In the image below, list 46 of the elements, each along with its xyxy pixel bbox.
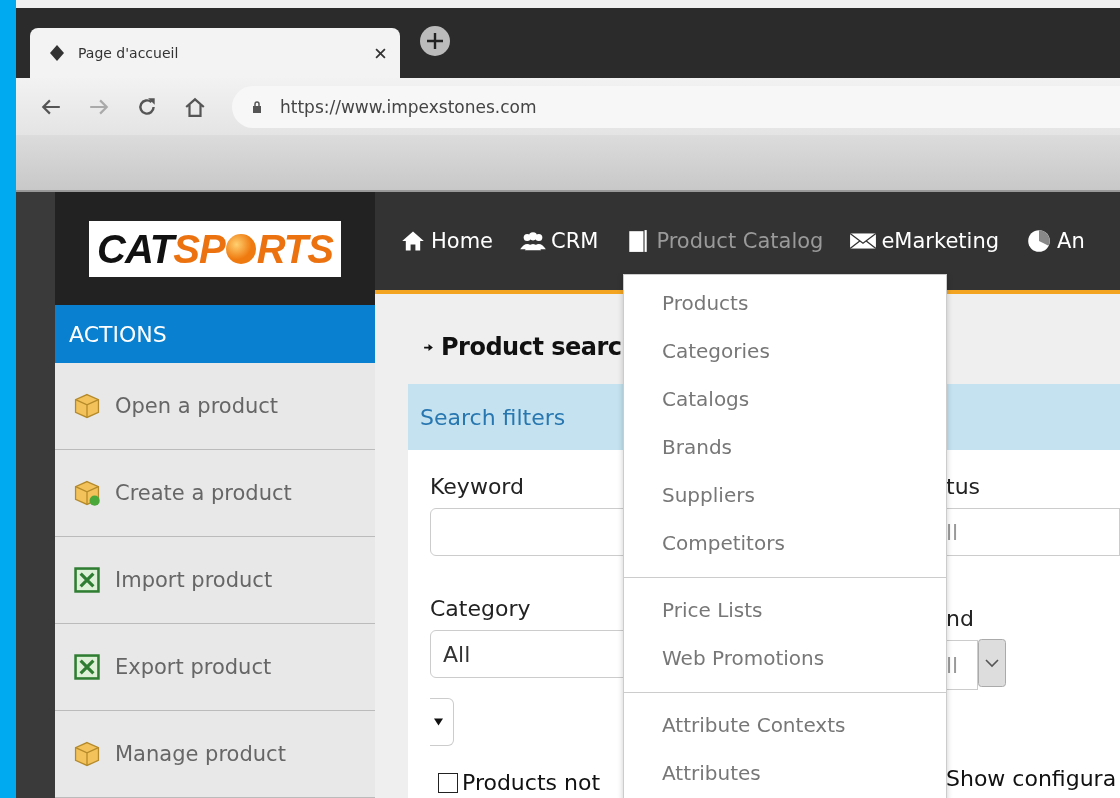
sidebar-item[interactable]: Manage product: [55, 711, 375, 798]
box-icon: [73, 479, 101, 507]
reload-icon[interactable]: [136, 95, 158, 118]
sidebar-item[interactable]: Import product: [55, 537, 375, 624]
option-label: Show configura: [946, 766, 1117, 791]
nav-item[interactable]: eMarketing: [849, 229, 1000, 253]
site-icon: [50, 45, 64, 61]
lock-icon: [252, 100, 262, 113]
arrow-icon: [424, 343, 433, 351]
field-label: nd: [946, 606, 974, 633]
box-icon: [73, 392, 101, 420]
nav-item[interactable]: Product Catalog: [624, 229, 824, 253]
new-tab-button[interactable]: [420, 26, 450, 56]
browser-tab[interactable]: Page d'accueil: [30, 28, 400, 78]
nav-item[interactable]: An: [1025, 229, 1085, 253]
menu-item[interactable]: Competitors: [624, 519, 946, 567]
nav-item[interactable]: Home: [399, 229, 493, 253]
logo[interactable]: CATSP RTS: [89, 220, 341, 277]
filters-title: Search filters: [420, 404, 566, 430]
sidebar-title: ACTIONS: [55, 305, 375, 363]
nav-item[interactable]: CRM: [519, 229, 599, 253]
menu-item[interactable]: Categories: [624, 327, 946, 375]
spreadsheet-icon: [73, 566, 101, 594]
field-label: Category: [430, 596, 531, 623]
menu-item[interactable]: Suppliers: [624, 471, 946, 519]
field-label: Keyword: [430, 474, 524, 501]
sidebar-item[interactable]: Create a product: [55, 450, 375, 537]
address-bar[interactable]: https://www.impexstones.com: [232, 85, 1120, 128]
menu-item[interactable]: Attribute Contexts: [624, 701, 946, 749]
menu-item[interactable]: Brands: [624, 423, 946, 471]
menu-item[interactable]: Catalogs: [624, 375, 946, 423]
menu-item[interactable]: Attributes: [624, 749, 946, 797]
spreadsheet-icon: [73, 653, 101, 681]
menu-item[interactable]: Products: [624, 279, 946, 327]
page-title: Product searc: [441, 333, 622, 361]
caret-icon: [434, 718, 443, 726]
close-icon[interactable]: [375, 47, 386, 59]
sidebar-item[interactable]: Open a product: [55, 363, 375, 450]
dropdown-button[interactable]: [430, 698, 454, 746]
field-label: tus: [946, 474, 981, 501]
checkbox[interactable]: Products not: [438, 770, 600, 795]
people-icon: [519, 229, 547, 253]
box-icon: [73, 740, 101, 768]
sidebar-item[interactable]: Export product: [55, 624, 375, 711]
tab-title: Page d'accueil: [78, 45, 180, 61]
home-icon[interactable]: [184, 95, 206, 118]
